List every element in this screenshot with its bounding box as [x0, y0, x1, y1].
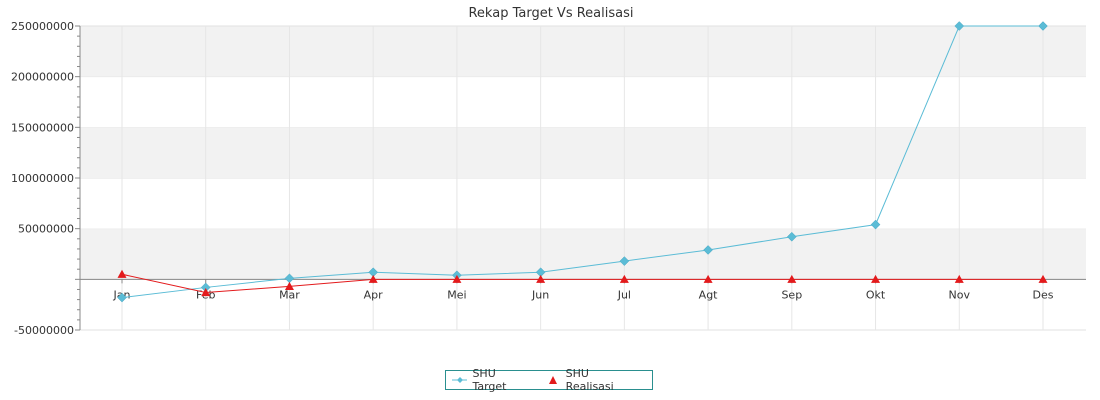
x-tick-label: Des: [1033, 288, 1054, 301]
plot-band: [80, 178, 1086, 229]
plot-band: [80, 279, 1086, 330]
plot-band: [80, 26, 1086, 77]
chart-title: Rekap Target Vs Realisasi: [468, 6, 633, 21]
legend-target-label: SHU Target: [472, 367, 507, 393]
chart-legend: SHU Target SHU Realisasi: [445, 367, 653, 393]
y-tick-label: 200000000: [11, 71, 74, 84]
plot-band: [80, 228, 1086, 280]
x-tick-label: Mei: [447, 288, 466, 301]
legend-realisasi-label: SHU Realisasi: [565, 367, 614, 393]
x-tick-label: Sep: [781, 288, 802, 301]
legend-realisasi-marker: [549, 376, 558, 384]
y-tick-label: 100000000: [11, 172, 74, 185]
y-axis: -50000000 50000000 100000000 150000000 20000…: [11, 20, 81, 337]
legend-item-realisasi[interactable]: SHU Realisasi: [545, 367, 638, 393]
legend-target-marker: [452, 377, 468, 383]
line-chart: Rekap Target Vs Realisasi -50000000 50000…: [11, 6, 1086, 337]
x-tick-label: Mar: [279, 288, 300, 301]
x-tick-label: Okt: [866, 288, 886, 301]
x-tick-label: Agt: [699, 288, 719, 301]
plot-band: [80, 127, 1086, 178]
y-tick-label: 50000000: [18, 223, 74, 236]
x-tick-label: Jul: [617, 288, 631, 301]
y-tick-label: 250000000: [11, 20, 74, 33]
x-tick-label: Jun: [531, 288, 549, 301]
y-tick-label: -50000000: [14, 324, 74, 337]
legend-item-target[interactable]: SHU Target: [452, 367, 531, 393]
y-tick-label: 150000000: [11, 121, 74, 134]
x-tick-label: Nov: [949, 288, 971, 301]
x-tick-label: Apr: [364, 288, 384, 301]
